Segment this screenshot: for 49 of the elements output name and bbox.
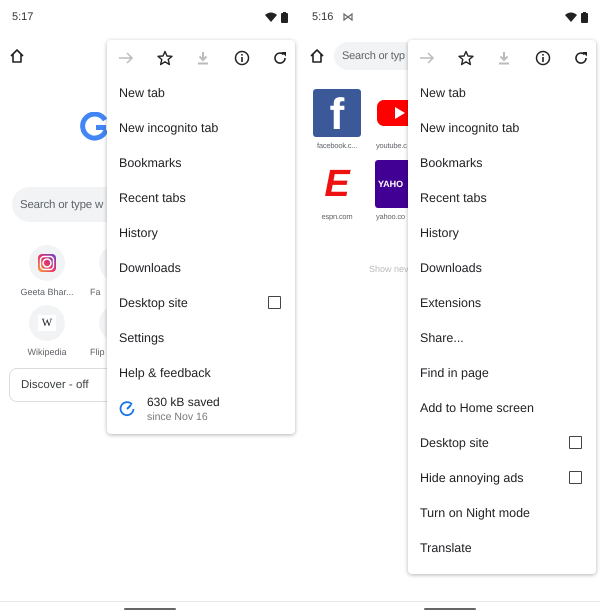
home-icon[interactable] [9, 48, 25, 64]
menu-item[interactable]: New tab [107, 75, 295, 110]
menu-item[interactable]: New incognito tab [408, 110, 596, 145]
menu-item[interactable]: Downloads [408, 250, 596, 285]
shortcut-icon[interactable]: W [29, 305, 65, 341]
home-icon[interactable] [309, 48, 325, 64]
menu-item[interactable]: Find in page [408, 355, 596, 390]
menu-item[interactable]: Turn on Night mode [408, 495, 596, 530]
info-icon[interactable] [534, 48, 552, 66]
since-date-text: since Nov 16 [147, 411, 209, 423]
wifi-icon [265, 12, 277, 22]
battery-icon [581, 12, 588, 22]
menu-item[interactable]: Desktop site [420, 436, 489, 450]
menu-item[interactable]: Help & feedback [107, 355, 295, 390]
shortcut-label: Wikipedia [27, 347, 66, 357]
menu-item[interactable]: Add to Home screen [408, 390, 596, 425]
menu-item[interactable]: Recent tabs [107, 180, 295, 215]
info-icon[interactable] [232, 48, 250, 66]
wifi-icon [565, 12, 577, 22]
menu-item[interactable]: Downloads [107, 250, 295, 285]
menu-item[interactable]: Settings [107, 320, 295, 355]
gesture-handle[interactable] [424, 608, 476, 610]
menu-item[interactable]: Extensions [408, 285, 596, 320]
shortcut-label: Geeta Bhar... [20, 287, 74, 297]
shortcut-label: Fa [90, 287, 101, 297]
facebook-tile[interactable]: f [313, 89, 361, 137]
menu-item[interactable]: History [408, 215, 596, 250]
status-time: 5:17 [12, 11, 34, 23]
espn-tile[interactable]: E [313, 160, 361, 208]
menu-item[interactable]: Desktop site [119, 296, 188, 310]
checkbox[interactable] [569, 436, 582, 449]
star-icon[interactable] [156, 48, 174, 66]
checkbox[interactable] [268, 296, 281, 309]
star-icon[interactable] [456, 48, 474, 66]
shortcut-label: Flip [90, 347, 105, 357]
menu-item[interactable]: Hide annoying ads [420, 470, 524, 484]
menu-item[interactable]: New tab [408, 75, 596, 110]
checkbox[interactable] [569, 471, 582, 484]
gesture-handle[interactable] [124, 608, 176, 610]
menu-item[interactable]: Share... [408, 320, 596, 355]
menu-item[interactable]: History [107, 215, 295, 250]
gauge-icon [119, 401, 135, 417]
shortcut-icon[interactable] [29, 245, 65, 281]
menu-item[interactable]: Translate [408, 530, 596, 565]
status-time: 5:16 [312, 11, 334, 23]
menu-item[interactable]: New incognito tab [107, 110, 295, 145]
data-saved-text: 630 kB saved [147, 395, 220, 409]
menu-item[interactable]: Bookmarks [107, 145, 295, 180]
battery-icon [281, 12, 288, 22]
